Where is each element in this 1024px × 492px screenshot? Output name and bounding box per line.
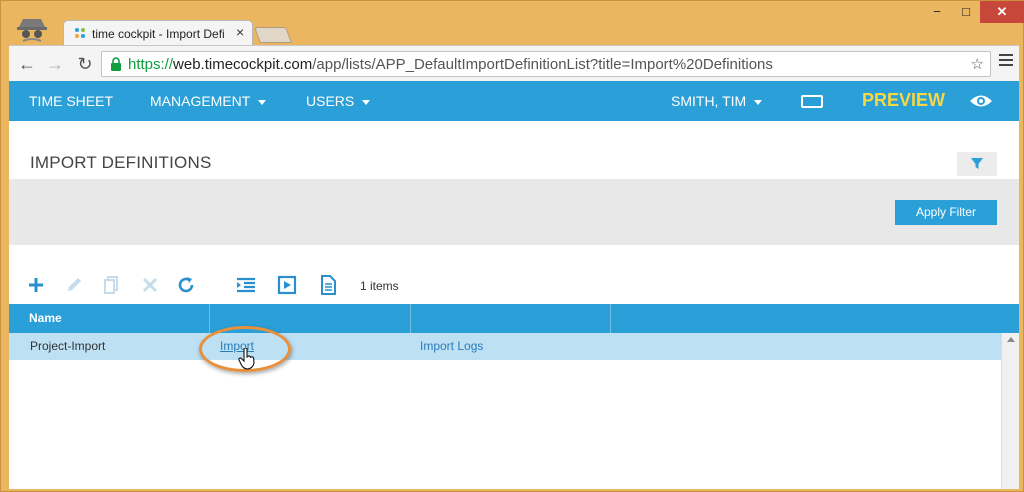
keyboard-icon[interactable]: [801, 95, 823, 108]
list-actions-toolbar: 1 items: [9, 274, 1019, 298]
browser-toolbar: ← → ↻ https://web.timecockpit.com/app/li…: [9, 45, 1019, 81]
url-text: https://web.timecockpit.com/app/lists/AP…: [128, 56, 773, 73]
url-host: web.timecockpit.com: [173, 56, 313, 73]
nav-users-label: USERS: [306, 93, 355, 109]
grid-header: Name: [9, 304, 1019, 333]
close-window-button[interactable]: ✕: [980, 1, 1024, 23]
cell-name: Project-Import: [30, 339, 106, 353]
column-header-2[interactable]: [210, 304, 411, 333]
import-logs-link[interactable]: Import Logs: [420, 333, 483, 360]
url-scheme: https://: [128, 56, 174, 73]
add-icon[interactable]: [25, 274, 47, 296]
vertical-scrollbar[interactable]: [1001, 333, 1019, 489]
app-content: TIME SHEET MANAGEMENT USERS SMITH, TIM P…: [9, 81, 1019, 489]
item-count: 1 items: [360, 279, 399, 293]
column-header-name[interactable]: Name: [9, 304, 210, 333]
eye-icon[interactable]: [969, 93, 993, 109]
chevron-down-icon: [258, 99, 267, 105]
column-header-3[interactable]: [411, 304, 611, 333]
nav-management[interactable]: MANAGEMENT: [150, 93, 267, 109]
edit-icon[interactable]: [63, 274, 85, 296]
address-bar[interactable]: https://web.timecockpit.com/app/lists/AP…: [101, 51, 991, 77]
copy-icon[interactable]: [101, 274, 123, 296]
page-title: IMPORT DEFINITIONS: [30, 153, 212, 172]
tab-title: time cockpit - Import Defi: [92, 27, 225, 41]
apply-filter-button[interactable]: Apply Filter: [895, 200, 997, 225]
forward-button[interactable]: →: [43, 52, 67, 76]
tab-close-icon[interactable]: ×: [236, 24, 244, 40]
indent-list-icon[interactable]: [235, 274, 257, 296]
minimize-button[interactable]: −: [922, 1, 952, 23]
reload-button[interactable]: ↻: [73, 52, 97, 76]
filter-panel: Apply Filter: [9, 179, 1019, 245]
hand-pointer-cursor-icon: [238, 348, 255, 370]
browser-tab[interactable]: time cockpit - Import Defi ×: [63, 20, 253, 46]
timecockpit-favicon-icon: [75, 28, 85, 38]
refresh-icon[interactable]: [175, 274, 197, 296]
table-row[interactable]: Project-Import Import Import Logs: [9, 333, 1001, 360]
browser-window: time cockpit - Import Defi × − □ ✕ ← → ↻…: [0, 0, 1024, 492]
lock-icon: [111, 57, 121, 71]
url-path: /app/lists/APP_DefaultImportDefinitionLi…: [312, 56, 773, 73]
new-tab-button[interactable]: [254, 27, 292, 43]
bookmark-star-icon[interactable]: ☆: [971, 55, 984, 73]
scroll-up-icon[interactable]: [1007, 337, 1015, 342]
preview-badge: PREVIEW: [862, 90, 946, 110]
nav-user-menu[interactable]: SMITH, TIM: [671, 93, 763, 109]
title-bar: time cockpit - Import Defi × − □ ✕: [1, 1, 1024, 46]
delete-icon[interactable]: [139, 274, 161, 296]
back-button[interactable]: ←: [15, 52, 39, 76]
filter-toggle-button[interactable]: [957, 152, 997, 176]
maximize-button[interactable]: □: [952, 1, 980, 23]
column-header-4: [611, 304, 1019, 333]
nav-time-sheet[interactable]: TIME SHEET: [29, 93, 113, 109]
incognito-icon: [17, 19, 47, 42]
run-import-icon[interactable]: [276, 274, 298, 296]
document-icon[interactable]: [317, 274, 339, 296]
user-name: SMITH, TIM: [671, 93, 747, 109]
chevron-down-icon: [362, 99, 371, 105]
browser-menu-icon[interactable]: [999, 54, 1013, 70]
app-navbar: TIME SHEET MANAGEMENT USERS SMITH, TIM P…: [9, 81, 1019, 121]
nav-users[interactable]: USERS: [306, 93, 371, 109]
filter-icon: [971, 158, 983, 169]
chevron-down-icon: [754, 99, 763, 105]
nav-management-label: MANAGEMENT: [150, 93, 251, 109]
data-grid: Name Project-Import Import Import Logs: [9, 304, 1019, 489]
